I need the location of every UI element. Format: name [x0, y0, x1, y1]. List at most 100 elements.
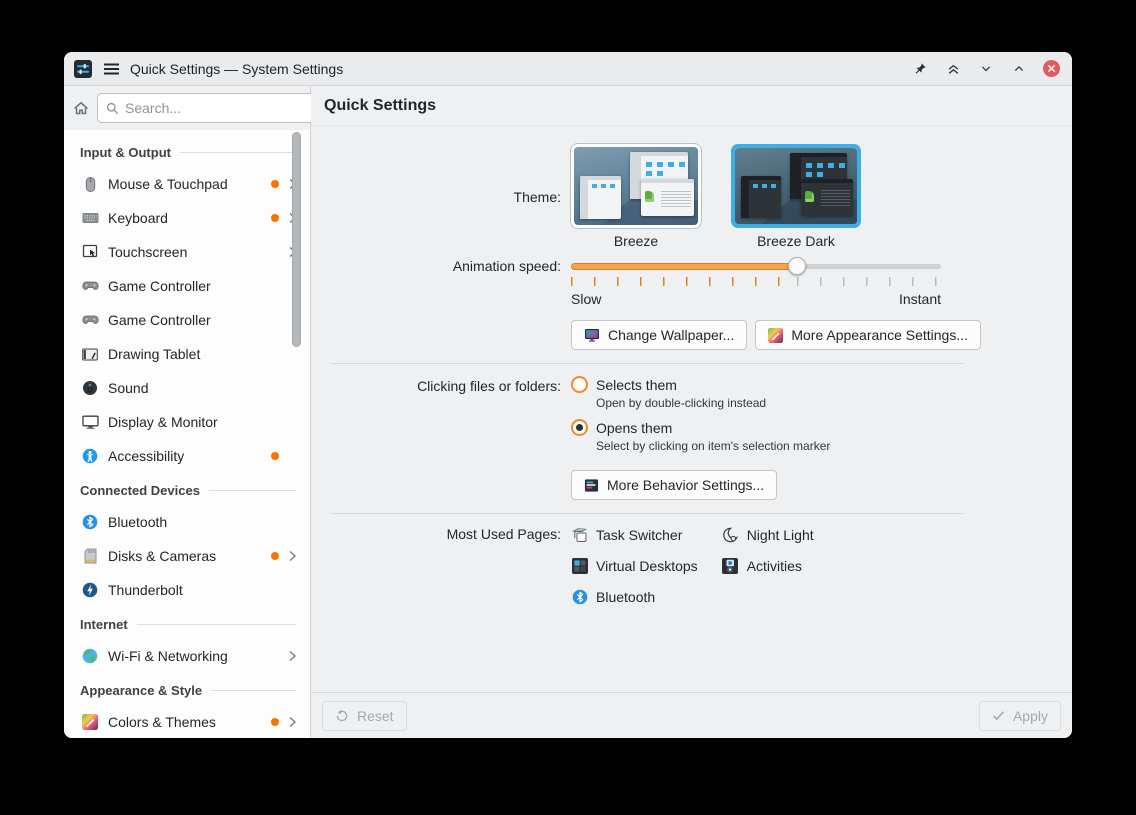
radio-unchecked-icon	[571, 376, 588, 393]
radio-selects-them-description: Open by double-clicking instead	[596, 396, 830, 410]
close-button[interactable]	[1043, 60, 1060, 77]
chevron-right-icon	[287, 716, 298, 728]
window-menu-hamburger-icon[interactable]	[102, 60, 120, 78]
roll-down-button[interactable]	[977, 60, 995, 78]
modified-dot	[271, 718, 279, 726]
bluetooth-icon	[571, 588, 588, 605]
search-icon	[106, 102, 119, 115]
slider-handle[interactable]	[788, 257, 806, 275]
home-button[interactable]	[72, 93, 90, 123]
touchscreen-icon	[81, 243, 99, 261]
sidebar-item-game-controller-2[interactable]: Game Controller	[64, 303, 310, 337]
section-separator	[331, 363, 964, 364]
more-behavior-settings-button[interactable]: More Behavior Settings...	[571, 470, 777, 500]
sidebar-section-connected-devices: Connected Devices	[64, 473, 310, 505]
page-link-bluetooth[interactable]: Bluetooth	[571, 588, 698, 605]
sidebar-item-bluetooth[interactable]: Bluetooth	[64, 505, 310, 539]
sidebar-item-wifi-networking[interactable]: Wi-Fi & Networking	[64, 639, 310, 673]
sidebar-item-mouse-touchpad[interactable]: Mouse & Touchpad	[64, 167, 310, 201]
sidebar-item-accessibility[interactable]: Accessibility	[64, 439, 310, 473]
behavior-icon	[584, 478, 599, 493]
virtual-desktops-icon	[571, 557, 588, 574]
modified-dot	[271, 452, 279, 460]
window-title: Quick Settings — System Settings	[130, 61, 343, 77]
drawing-tablet-icon	[81, 345, 99, 363]
page-link-task-switcher[interactable]: Task Switcher	[571, 526, 698, 543]
night-light-icon	[722, 526, 739, 543]
undo-icon	[335, 709, 349, 723]
system-settings-window: Quick Settings — System Settings	[64, 52, 1072, 738]
radio-checked-icon	[571, 419, 588, 436]
page-content: Theme:	[311, 126, 1072, 692]
task-switcher-icon	[571, 526, 588, 543]
wallpaper-icon	[584, 328, 600, 343]
sidebar-item-display-monitor[interactable]: Display & Monitor	[64, 405, 310, 439]
main-header: Quick Settings	[311, 86, 1072, 126]
main-pane: Quick Settings Theme:	[311, 86, 1072, 738]
keyboard-icon	[81, 209, 99, 227]
sidebar-item-thunderbolt[interactable]: Thunderbolt	[64, 573, 310, 607]
gamepad-icon	[81, 311, 99, 329]
apply-button[interactable]: Apply	[979, 701, 1061, 731]
footer-bar: Reset Apply	[311, 692, 1072, 738]
appearance-icon	[768, 328, 783, 343]
modified-dot	[271, 214, 279, 222]
slider-fill	[571, 263, 797, 270]
globe-icon	[81, 647, 99, 665]
search-box[interactable]	[97, 93, 315, 123]
colors-icon	[81, 713, 99, 731]
animation-speed-slider[interactable]	[571, 256, 941, 276]
theme-option-breeze[interactable]: Breeze	[571, 144, 701, 249]
chevron-up-icon	[1012, 62, 1026, 75]
sidebar-item-keyboard[interactable]: Keyboard	[64, 201, 310, 235]
sidebar-item-disks-cameras[interactable]: Disks & Cameras	[64, 539, 310, 573]
chevron-right-icon	[287, 650, 298, 662]
sidebar-item-colors-themes[interactable]: Colors & Themes	[64, 705, 310, 738]
click-behavior-label: Clicking files or folders:	[321, 376, 571, 500]
sidebar-category-list: Input & Output Mouse & Touchpad Keyboard…	[64, 130, 310, 738]
page-title: Quick Settings	[324, 97, 436, 115]
most-used-label: Most Used Pages:	[321, 526, 571, 605]
slider-max-label: Instant	[899, 291, 941, 307]
sidebar: Input & Output Mouse & Touchpad Keyboard…	[64, 86, 311, 738]
modified-dot	[271, 180, 279, 188]
check-icon	[992, 709, 1005, 722]
breeze-theme-thumbnail	[574, 147, 698, 225]
close-icon	[1047, 64, 1056, 73]
radio-selects-them[interactable]: Selects them	[571, 376, 830, 393]
radio-opens-them-description: Select by clicking on item's selection m…	[596, 439, 830, 453]
disks-icon	[81, 547, 99, 565]
titlebar: Quick Settings — System Settings	[64, 52, 1072, 86]
page-link-night-light[interactable]: Night Light	[722, 526, 814, 543]
sidebar-item-game-controller-1[interactable]: Game Controller	[64, 269, 310, 303]
more-appearance-settings-button[interactable]: More Appearance Settings...	[755, 320, 981, 350]
sidebar-item-sound[interactable]: Sound	[64, 371, 310, 405]
theme-option-breeze-dark[interactable]: Breeze Dark	[731, 144, 861, 249]
reset-button[interactable]: Reset	[322, 701, 407, 731]
modified-dot	[271, 552, 279, 560]
page-link-activities[interactable]: Activities	[722, 557, 814, 574]
sidebar-section-input-output: Input & Output	[64, 135, 310, 167]
sidebar-item-touchscreen[interactable]: Touchscreen	[64, 235, 310, 269]
sound-icon	[81, 379, 99, 397]
sidebar-item-drawing-tablet[interactable]: Drawing Tablet	[64, 337, 310, 371]
sidebar-section-internet: Internet	[64, 607, 310, 639]
keep-above-button[interactable]	[944, 60, 962, 78]
change-wallpaper-button[interactable]: Change Wallpaper...	[571, 320, 747, 350]
bluetooth-icon	[81, 513, 99, 531]
activities-icon	[722, 557, 739, 574]
roll-up-button[interactable]	[1010, 60, 1028, 78]
theme-label: Theme:	[321, 189, 571, 205]
pin-icon	[913, 62, 927, 76]
pin-button[interactable]	[911, 60, 929, 78]
search-input[interactable]	[125, 100, 306, 116]
radio-opens-them[interactable]: Opens them	[571, 419, 830, 436]
sidebar-section-appearance-style: Appearance & Style	[64, 673, 310, 705]
gamepad-icon	[81, 277, 99, 295]
app-icon	[74, 60, 92, 78]
home-icon	[72, 99, 90, 117]
section-separator	[331, 513, 964, 514]
page-link-virtual-desktops[interactable]: Virtual Desktops	[571, 557, 698, 574]
sidebar-scrollbar[interactable]	[292, 132, 301, 347]
chevron-right-icon	[287, 550, 298, 562]
